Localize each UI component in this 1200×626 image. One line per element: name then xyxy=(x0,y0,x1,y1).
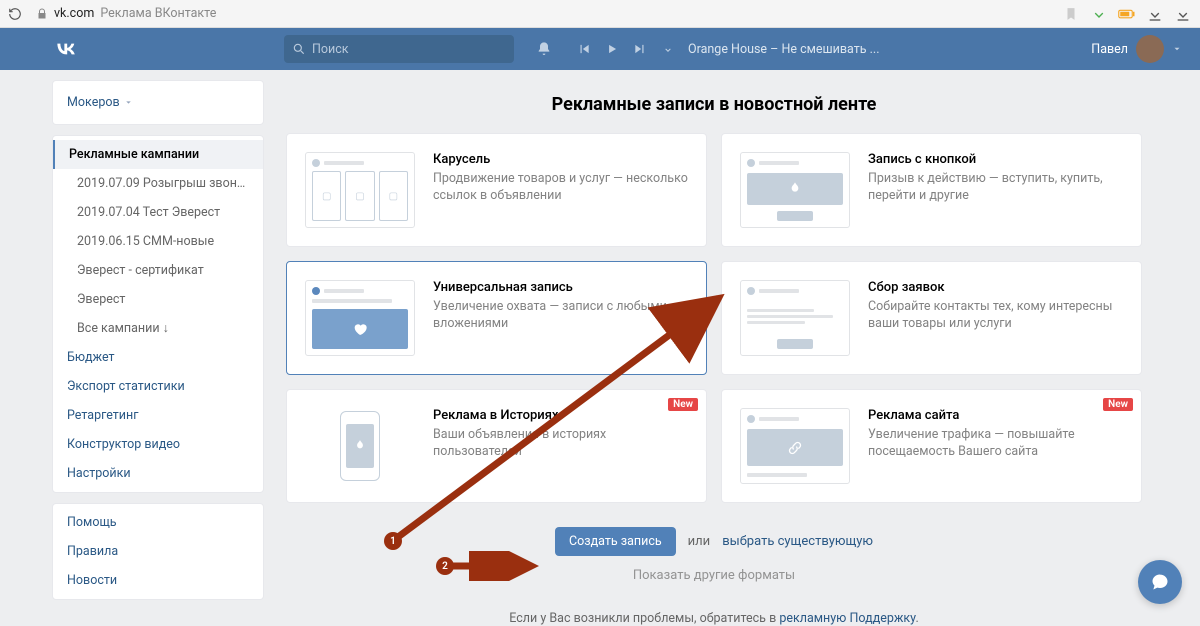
sidebar-campaign-item[interactable]: Все кампании ↓ xyxy=(53,314,263,343)
formats-grid: ▢▢▢КарусельПродвижение товаров и услуг —… xyxy=(286,133,1142,503)
search-input-wrap[interactable] xyxy=(284,35,514,63)
actions-row: Создать запись или выбрать существующую xyxy=(286,527,1142,556)
sidebar-help-item[interactable]: Правила xyxy=(53,537,263,566)
download-arrow-icon-2[interactable] xyxy=(1146,5,1164,23)
music-title[interactable]: Orange House – Не смешивать ... xyxy=(688,42,880,57)
account-name: Мокеров xyxy=(67,95,120,110)
music-prev-icon[interactable] xyxy=(576,41,592,57)
format-title: Карусель xyxy=(433,152,688,167)
search-icon xyxy=(292,42,306,56)
main: Рекламные записи в новостной ленте ▢▢▢Ка… xyxy=(264,80,1164,622)
format-card[interactable]: Реклама сайта Увеличение трафика — повыша… xyxy=(721,389,1142,503)
format-title: Универсальная запись xyxy=(433,280,688,295)
create-record-button[interactable]: Создать запись xyxy=(555,527,676,556)
chevron-down-icon xyxy=(124,98,133,107)
sidebar-link-item[interactable]: Конструктор видео xyxy=(53,430,263,459)
support-link[interactable]: рекламную Поддержку xyxy=(779,611,915,626)
chat-fab[interactable] xyxy=(1138,560,1182,604)
format-desc: Призыв к действию — вступить, купить, пе… xyxy=(868,171,1123,205)
format-title: Реклама сайта xyxy=(868,408,1123,423)
format-title: Реклама в Историях xyxy=(433,408,688,423)
format-card[interactable]: Сбор заявок Собирайте контакты тех, кому … xyxy=(721,261,1142,375)
sidebar-link-item[interactable]: Бюджет xyxy=(53,343,263,372)
sidebar-campaign-item[interactable]: 2019.06.15 СММ-новые xyxy=(53,227,263,256)
more-formats-link[interactable]: Показать другие форматы xyxy=(286,568,1142,583)
sidebar-link-item[interactable]: Экспорт статистики xyxy=(53,372,263,401)
format-desc: Продвижение товаров и услуг — несколько … xyxy=(433,171,688,205)
download-arrow-icon[interactable] xyxy=(1090,5,1108,23)
sidebar-campaign-item[interactable]: Эверест xyxy=(53,285,263,314)
download-arrow-icon-3[interactable] xyxy=(1174,5,1192,23)
format-card[interactable]: Реклама в Историях Ваши объявления в исто… xyxy=(286,389,707,503)
sidebar-help-item[interactable]: Новости xyxy=(53,566,263,595)
format-card[interactable]: ▢▢▢КарусельПродвижение товаров и услуг —… xyxy=(286,133,707,247)
sidebar-link-item[interactable]: Ретаргетинг xyxy=(53,401,263,430)
sidebar-help-block: ПомощьПравилаНовости xyxy=(52,503,264,600)
page-title: Реклама ВКонтакте xyxy=(100,6,216,21)
reload-icon[interactable] xyxy=(8,7,22,21)
sidebar-campaign-item[interactable]: 2019.07.04 Тест Эверест xyxy=(53,198,263,227)
search-input[interactable] xyxy=(312,42,506,57)
sidebar-link-item[interactable]: Настройки xyxy=(53,459,263,488)
account-selector[interactable]: Мокеров xyxy=(53,85,263,120)
format-card[interactable]: Запись с кнопкой Призыв к действию — всту… xyxy=(721,133,1142,247)
format-desc: Ваши объявления в историях пользователей xyxy=(433,427,688,461)
sidebar: Мокеров Рекламные кампании 2019.07.09 Ро… xyxy=(52,80,264,622)
vk-logo[interactable] xyxy=(52,35,80,63)
new-badge: New xyxy=(668,398,698,411)
page-heading: Рекламные записи в новостной ленте xyxy=(286,80,1142,133)
address-bar[interactable]: vk.com Реклама ВКонтакте xyxy=(36,6,216,21)
notifications-icon[interactable] xyxy=(536,41,552,57)
sidebar-item-campaigns[interactable]: Рекламные кампании xyxy=(53,140,263,169)
format-desc: Собирайте контакты тех, кому интересны в… xyxy=(868,299,1123,333)
sidebar-help-item[interactable]: Помощь xyxy=(53,508,263,537)
lock-icon xyxy=(36,8,48,20)
format-desc: Увеличение трафика — повышайте посещаемо… xyxy=(868,427,1123,461)
user-menu[interactable]: Павел xyxy=(1091,35,1182,63)
chat-icon xyxy=(1150,572,1170,592)
chevron-down-icon xyxy=(1172,44,1182,54)
format-card[interactable]: Универсальная запись Увеличение охвата — … xyxy=(286,261,707,375)
format-title: Сбор заявок xyxy=(868,280,1123,295)
sidebar-campaign-item[interactable]: 2019.07.09 Розыгрыш звонка ... xyxy=(53,169,263,198)
footer-note: Если у Вас возникли проблемы, обратитесь… xyxy=(286,611,1142,626)
sidebar-campaign-item[interactable]: Эверест - сертификат xyxy=(53,256,263,285)
or-label: или xyxy=(688,534,711,549)
topbar: Orange House – Не смешивать ... Павел xyxy=(0,28,1200,70)
format-desc: Увеличение охвата — записи с любыми влож… xyxy=(433,299,688,333)
sidebar-account-block: Мокеров xyxy=(52,80,264,125)
music-down-icon[interactable] xyxy=(660,41,676,57)
avatar xyxy=(1136,35,1164,63)
new-badge: New xyxy=(1103,398,1133,411)
choose-existing-link[interactable]: выбрать существующую xyxy=(722,534,873,549)
bookmark-icon[interactable] xyxy=(1062,5,1080,23)
music-play-icon[interactable] xyxy=(604,41,620,57)
music-next-icon[interactable] xyxy=(632,41,648,57)
sidebar-main-block: Рекламные кампании 2019.07.09 Розыгрыш з… xyxy=(52,135,264,493)
url-domain: vk.com xyxy=(54,6,94,21)
format-title: Запись с кнопкой xyxy=(868,152,1123,167)
user-name: Павел xyxy=(1091,42,1128,57)
battery-icon xyxy=(1118,5,1136,23)
browser-chrome: vk.com Реклама ВКонтакте xyxy=(0,0,1200,28)
music-controls: Orange House – Не смешивать ... xyxy=(576,41,880,57)
